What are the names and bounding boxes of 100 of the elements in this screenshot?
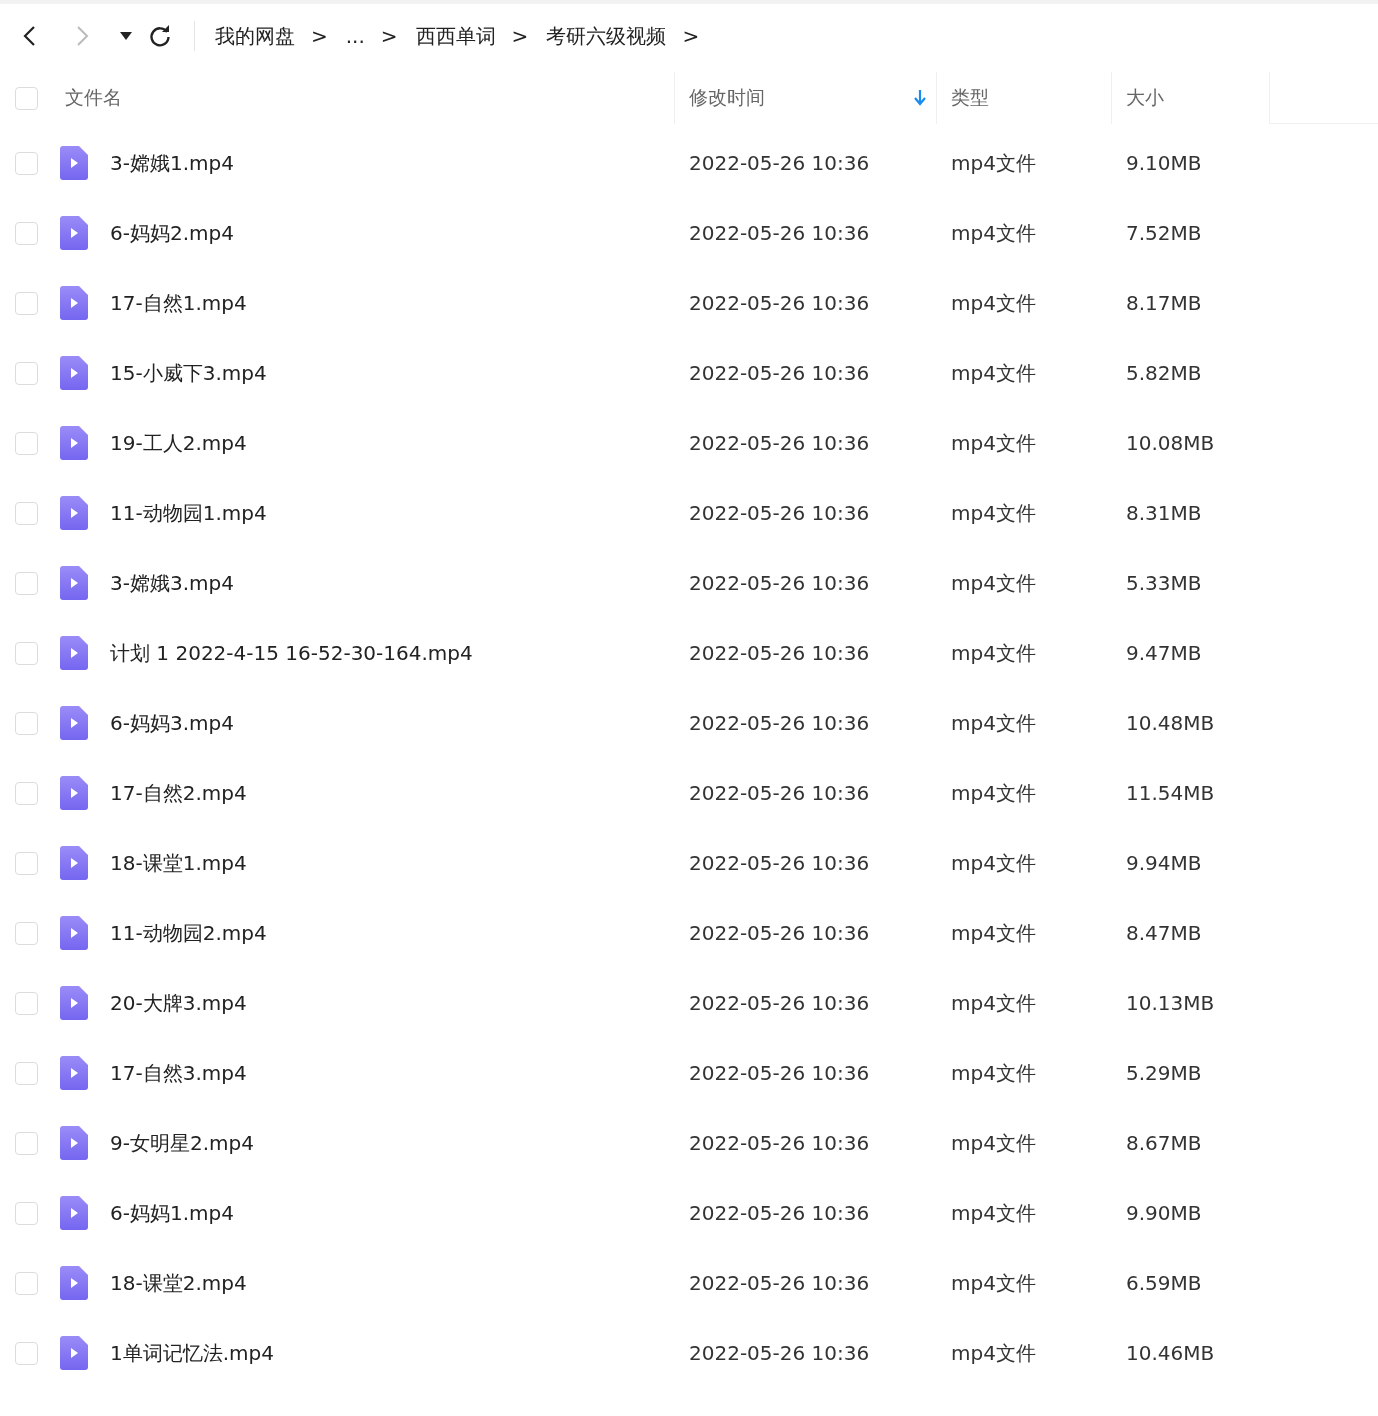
file-size: 11.54MB [1126,781,1215,805]
file-size: 9.90MB [1126,1201,1202,1225]
modified-time: 2022-05-26 10:36 [689,1201,870,1225]
row-checkbox[interactable] [15,641,38,665]
video-file-icon [60,286,88,320]
modified-time: 2022-05-26 10:36 [689,781,870,805]
file-size: 5.29MB [1126,1061,1202,1085]
file-name[interactable]: 17-自然2.mp4 [110,779,247,807]
file-name[interactable]: 9-女明星2.mp4 [110,1129,254,1157]
row-checkbox[interactable] [15,361,38,385]
modified-time: 2022-05-26 10:36 [689,501,870,525]
file-name[interactable]: 1单词记忆法.mp4 [110,1339,274,1367]
file-name[interactable]: 3-嫦娥1.mp4 [110,149,234,177]
file-name[interactable]: 19-工人2.mp4 [110,429,247,457]
sort-descending-icon[interactable] [914,90,926,106]
file-name[interactable]: 11-动物园1.mp4 [110,499,267,527]
breadcrumb-separator: > [511,24,529,48]
file-name[interactable]: 11-动物园2.mp4 [110,919,267,947]
file-size: 8.17MB [1126,291,1202,315]
file-type: mp4文件 [951,289,1036,317]
video-file-icon [60,146,88,180]
video-file-icon [60,1196,88,1230]
file-type: mp4文件 [951,499,1036,527]
breadcrumb-link[interactable]: 西西单词 [415,22,496,50]
file-size: 8.67MB [1126,1131,1202,1155]
file-type: mp4文件 [951,1129,1036,1157]
file-type: mp4文件 [951,149,1036,177]
column-header[interactable]: 文件名 [65,85,122,111]
row-checkbox[interactable] [15,571,38,595]
file-type: mp4文件 [951,989,1036,1017]
modified-time: 2022-05-26 10:36 [689,1131,870,1155]
video-file-icon [60,496,88,530]
column-header[interactable]: 大小 [1126,85,1164,111]
file-name[interactable]: 17-自然3.mp4 [110,1059,247,1087]
row-checkbox[interactable] [15,221,38,245]
file-size: 8.31MB [1126,501,1202,525]
file-type: mp4文件 [951,919,1036,947]
file-size: 10.08MB [1126,431,1215,455]
modified-time: 2022-05-26 10:36 [689,151,870,175]
video-file-icon [60,1126,88,1160]
row-checkbox[interactable] [15,781,38,805]
row-checkbox[interactable] [15,1271,38,1295]
row-checkbox[interactable] [15,1341,38,1365]
video-file-icon [60,426,88,460]
row-checkbox[interactable] [15,151,38,175]
row-checkbox[interactable] [15,1201,38,1225]
row-checkbox[interactable] [15,1131,38,1155]
file-size: 9.47MB [1126,641,1202,665]
breadcrumb-link[interactable]: ... [345,24,365,48]
modified-time: 2022-05-26 10:36 [689,1341,870,1365]
file-type: mp4文件 [951,1339,1036,1367]
dropdown-caret-icon[interactable] [120,32,132,40]
row-checkbox[interactable] [15,991,38,1015]
row-checkbox[interactable] [15,501,38,525]
refresh-icon[interactable] [148,24,172,48]
modified-time: 2022-05-26 10:36 [689,641,870,665]
file-type: mp4文件 [951,1059,1036,1087]
file-size: 5.82MB [1126,361,1202,385]
file-type: mp4文件 [951,359,1036,387]
modified-time: 2022-05-26 10:36 [689,361,870,385]
file-name[interactable]: 17-自然1.mp4 [110,289,247,317]
row-checkbox[interactable] [15,711,38,735]
file-name[interactable]: 15-小威下3.mp4 [110,359,267,387]
file-type: mp4文件 [951,779,1036,807]
file-type: mp4文件 [951,569,1036,597]
row-checkbox[interactable] [15,431,38,455]
column-header[interactable]: 修改时间 [689,85,765,111]
breadcrumb-separator: > [380,24,398,48]
file-size: 10.13MB [1126,991,1215,1015]
file-name[interactable]: 20-大牌3.mp4 [110,989,247,1017]
row-checkbox[interactable] [15,1061,38,1085]
file-name[interactable]: 3-嫦娥3.mp4 [110,569,234,597]
row-checkbox[interactable] [15,921,38,945]
column-header[interactable]: 类型 [951,85,989,111]
breadcrumb-link[interactable]: 我的网盘 [215,22,295,50]
file-size: 6.59MB [1126,1271,1202,1295]
video-file-icon [60,636,88,670]
breadcrumb-link[interactable]: 考研六级视频 [546,22,667,50]
file-name[interactable]: 6-妈妈3.mp4 [110,709,234,737]
breadcrumb-separator: > [311,24,328,48]
file-size: 7.52MB [1126,221,1202,245]
file-name[interactable]: 计划 1 2022-4-15 16-52-30-164.mp4 [110,639,473,667]
video-file-icon [60,706,88,740]
file-type: mp4文件 [951,1199,1036,1227]
file-type: mp4文件 [951,639,1036,667]
video-file-icon [60,1266,88,1300]
row-checkbox[interactable] [15,851,38,875]
modified-time: 2022-05-26 10:36 [689,1061,870,1085]
select-all-checkbox[interactable] [15,86,38,110]
file-name[interactable]: 6-妈妈2.mp4 [110,219,234,247]
file-name[interactable]: 6-妈妈1.mp4 [110,1199,234,1227]
file-size: 9.94MB [1126,851,1202,875]
video-file-icon [60,776,88,810]
file-type: mp4文件 [951,849,1036,877]
file-name[interactable]: 18-课堂2.mp4 [110,1269,247,1297]
file-size: 9.10MB [1126,151,1202,175]
file-name[interactable]: 18-课堂1.mp4 [110,849,247,877]
breadcrumb-separator: > [682,24,700,48]
file-size: 5.33MB [1126,571,1202,595]
row-checkbox[interactable] [15,291,38,315]
